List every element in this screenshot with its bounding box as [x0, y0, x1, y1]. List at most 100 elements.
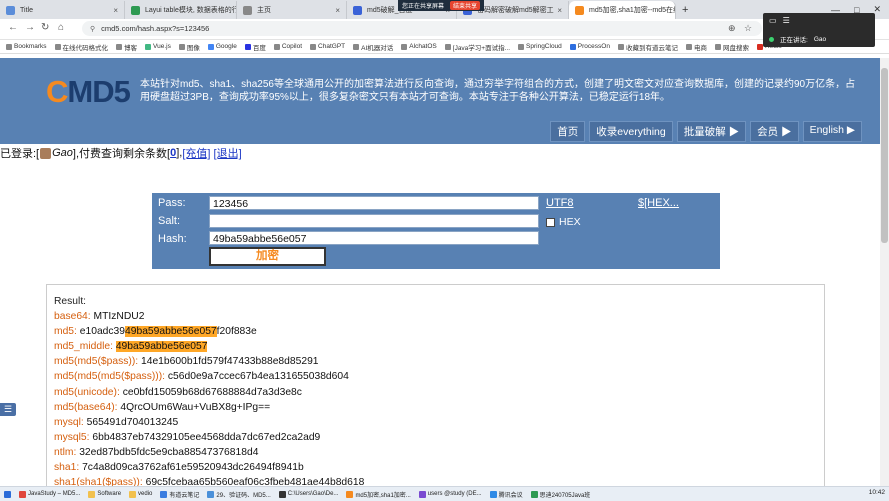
- taskbar-item[interactable]: users @study (DE...: [415, 490, 486, 498]
- taskbar-item[interactable]: vedio: [125, 490, 156, 498]
- close-icon[interactable]: ×: [335, 6, 340, 15]
- encrypt-button[interactable]: 加密: [209, 247, 326, 266]
- address-bar[interactable]: ⚲ cmd5.com/hash.aspx?s=123456: [82, 21, 762, 36]
- zoom-icon[interactable]: ⊕: [728, 23, 736, 34]
- taskbar-item[interactable]: 思迪240705Java班: [527, 490, 595, 499]
- bookmark-item[interactable]: Vue.js: [145, 43, 171, 50]
- close-icon[interactable]: ×: [113, 6, 118, 15]
- avatar: [40, 147, 52, 159]
- stop-share-button[interactable]: 结束共享: [450, 1, 481, 10]
- result-row: md5(md5($pass)): 14e1b600b1fd579f47433b8…: [54, 356, 319, 368]
- recharge-link[interactable]: [充值]: [182, 145, 210, 161]
- site-info-icon[interactable]: ⚲: [90, 25, 95, 33]
- tab-favicon-icon: [575, 5, 584, 15]
- browser-tab[interactable]: Layui table模块, 数据表格的行×: [125, 1, 237, 19]
- site-header: CMD5 本站针对md5、sha1、sha256等全球通用公开的加密算法进行反向…: [0, 58, 880, 144]
- bookmark-item[interactable]: AlchatOS: [401, 43, 437, 50]
- back-icon[interactable]: ←: [8, 22, 18, 33]
- google-icon: [207, 43, 214, 50]
- bookmark-icon: [518, 43, 525, 50]
- highlight: 49ba59abbe56e057: [125, 326, 217, 338]
- result-row: mysql5: 6bb4837eb74329105ee4568dda7dc67e…: [54, 431, 321, 443]
- browser-tab[interactable]: 主页 ×: [237, 1, 347, 19]
- bookmark-icon: [444, 43, 451, 50]
- bookmark-item[interactable]: [Java学习+面试指...: [444, 42, 510, 52]
- browser-tab-active[interactable]: md5加密,sha1加密--md5在线×: [569, 1, 676, 19]
- bookmark-item[interactable]: Bookmarks: [6, 43, 47, 50]
- bookmark-item[interactable]: ProcessOn: [569, 43, 610, 50]
- reload-icon[interactable]: ↻: [41, 22, 49, 33]
- bookmark-item[interactable]: 图像: [178, 42, 200, 52]
- list-icon[interactable]: ☰: [783, 16, 790, 25]
- result-row: sha1: 7c4a8d09ca3762af61e59520943dc26494…: [54, 462, 304, 474]
- result-row: base64: MTIzNDU2: [54, 311, 145, 323]
- bookmark-item[interactable]: 电商: [685, 42, 707, 52]
- result-row: md5(unicode): ce0bfd15059b68d67688884d7a…: [54, 386, 302, 398]
- result-row: ntlm: 32ed87bdb5fdc5e9cba88547376818d4: [54, 446, 259, 458]
- nav-batch[interactable]: 批量破解 ▶: [676, 121, 747, 142]
- site-logo[interactable]: CMD5: [46, 74, 131, 110]
- bookmark-item[interactable]: ChatGPT: [310, 43, 345, 50]
- side-menu-icon[interactable]: ☰: [0, 403, 16, 416]
- forward-icon[interactable]: →: [25, 22, 35, 33]
- scrollbar-thumb[interactable]: [881, 68, 888, 243]
- bookmark-item[interactable]: 收藏到有道云笔记: [617, 42, 678, 52]
- bookmark-item[interactable]: Google: [207, 43, 237, 50]
- chatgpt-icon: [310, 43, 317, 50]
- taskbar-item[interactable]: 有道云笔记: [156, 490, 203, 499]
- taskbar-item[interactable]: 29、验证码、MD5...: [203, 490, 274, 499]
- bookmark-item[interactable]: 网盘搜索: [714, 42, 749, 52]
- hex-link[interactable]: $[HEX...: [638, 197, 679, 209]
- result-row: md5(base64): 4QrcOUm6Wau+VuBX8g+IPg==: [54, 401, 271, 413]
- page-scrollbar[interactable]: [880, 58, 889, 486]
- pass-label: Pass:: [158, 197, 186, 209]
- speaker-name: Gao: [813, 35, 827, 43]
- nav-home[interactable]: 首页: [550, 121, 586, 142]
- taskbar-item[interactable]: C:\Users\Gao\De...: [275, 490, 343, 498]
- bookmark-item[interactable]: 百度: [244, 42, 266, 52]
- nav-member[interactable]: 会员 ▶: [750, 121, 799, 142]
- browser-tab[interactable]: Title ×: [0, 1, 125, 19]
- bookmark-icon: [569, 43, 576, 50]
- tab-favicon-icon: [131, 5, 140, 15]
- hex-option[interactable]: HEX: [546, 216, 581, 228]
- close-icon[interactable]: ×: [557, 6, 562, 15]
- hex-checkbox-label: HEX: [559, 216, 581, 228]
- bookmark-item[interactable]: Copilot: [273, 43, 302, 50]
- screen-icon[interactable]: ▭: [769, 16, 777, 25]
- bookmark-item[interactable]: 博客: [116, 42, 137, 52]
- bookmark-item[interactable]: SpringCloud: [518, 43, 562, 50]
- pass-input[interactable]: 123456: [209, 196, 539, 210]
- taskbar-item[interactable]: 腾讯会议: [486, 490, 527, 499]
- hex-checkbox[interactable]: [546, 217, 555, 227]
- screen-share-banner: 您正在共享屏幕 结束共享: [398, 0, 485, 11]
- new-tab-button[interactable]: +: [676, 1, 696, 19]
- logout-link[interactable]: [退出]: [214, 145, 242, 161]
- result-panel: Result: base64: MTIzNDU2 md5: e10adc3949…: [46, 284, 825, 500]
- bookmark-icon: [685, 43, 692, 50]
- highlight: 49ba59abbe56e057: [115, 341, 208, 353]
- home-icon[interactable]: ⌂: [58, 22, 64, 33]
- taskbar-item[interactable]: Software: [84, 490, 125, 498]
- bookmark-item[interactable]: AI机器对话: [353, 42, 393, 52]
- bookmark-icon: [714, 43, 721, 50]
- hash-input[interactable]: 49ba59abbe56e057: [209, 231, 539, 245]
- taskbar-item[interactable]: JavaStudy – MD5...: [15, 490, 84, 498]
- bookmark-icon: [54, 43, 61, 50]
- utf8-link[interactable]: UTF8: [546, 197, 574, 209]
- address-row: ← → ↻ ⌂ ⚲ cmd5.com/hash.aspx?s=123456 ⊕ …: [0, 19, 889, 40]
- nav-english[interactable]: English ▶: [802, 121, 862, 142]
- bookmark-star-icon[interactable]: ☆: [744, 23, 752, 34]
- taskbar-item[interactable]: md5加密,sha1加密...: [342, 490, 414, 499]
- bookmark-item[interactable]: 在线代码格式化: [54, 42, 108, 52]
- start-icon[interactable]: [0, 490, 15, 498]
- salt-label: Salt:: [158, 215, 181, 227]
- bookmark-icon: [178, 43, 185, 50]
- tab-favicon-icon: [353, 5, 362, 15]
- username[interactable]: Gao: [52, 147, 73, 159]
- bookmark-icon: [353, 43, 360, 50]
- salt-input[interactable]: [209, 214, 539, 228]
- bookmarks-bar: Bookmarks 在线代码格式化 博客 Vue.js 图像 Google 百度…: [0, 40, 889, 54]
- hash-form: Pass: 123456 Salt: Hash: 49ba59abbe56e05…: [152, 193, 720, 269]
- nav-collection[interactable]: 收录everything: [589, 121, 673, 142]
